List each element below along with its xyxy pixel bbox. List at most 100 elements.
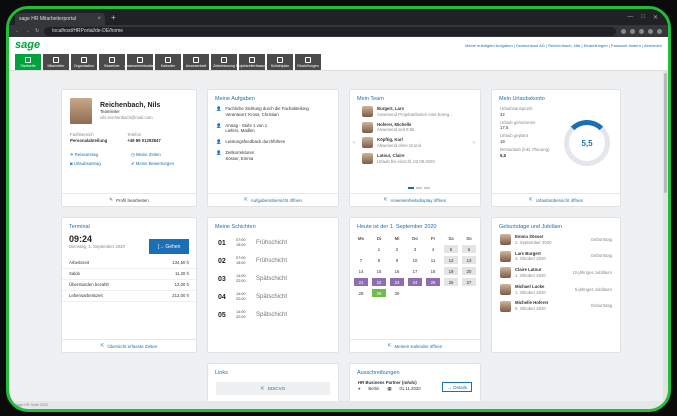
link-discvo[interactable]: ⇱ DISCVO: [216, 382, 330, 395]
calendar-day[interactable]: 25: [426, 278, 440, 286]
calendar-day[interactable]: 7: [354, 256, 368, 264]
birthday-item[interactable]: Lars Burgert 3. Oktober 2020 Geburtstag: [500, 251, 612, 263]
calendar-day[interactable]: 3: [408, 245, 422, 253]
page-scrollbar[interactable]: [663, 71, 668, 401]
calendar-day[interactable]: 23: [390, 278, 404, 286]
tab-close-icon[interactable]: ×: [97, 16, 101, 22]
calendar-day[interactable]: 18: [426, 267, 440, 275]
external-link-icon: ⇱: [260, 385, 265, 391]
calendar-day[interactable]: 14: [354, 267, 368, 275]
profile-name: Reichenbach, Nils: [100, 101, 161, 109]
calendar-day[interactable]: 21: [354, 278, 368, 286]
calendar-day[interactable]: 22: [372, 278, 386, 286]
shift-row[interactable]: 03 14:00 22:00 Spätschicht: [208, 270, 338, 288]
nav-item-mitarbeiter[interactable]: Mitarbeiter: [43, 54, 69, 70]
shift-row[interactable]: 01 07:00 15:00 Frühschicht: [208, 234, 338, 252]
link-urlaubsantrag[interactable]: ◙ Urlaubsantrag: [70, 161, 127, 167]
nav-item-anwesenheit[interactable]: Anwesenheit: [183, 54, 209, 70]
nav-item-startseite[interactable]: Startseite: [15, 54, 41, 70]
team-member[interactable]: Latour, Claire Urlaub bis einschl. 02.09.…: [362, 153, 468, 165]
nav-item-schichtplan[interactable]: Schichtplan: [267, 54, 293, 70]
birthday-item[interactable]: Claire Latour 1. Oktober 2020 10-jähriges …: [500, 267, 612, 279]
link-reiseantrag[interactable]: ✈ Reiseantrag: [70, 152, 127, 158]
calendar-day[interactable]: 27: [462, 278, 476, 286]
close-window-icon[interactable]: ✕: [653, 14, 658, 21]
extension-icon[interactable]: [630, 28, 635, 34]
task-item[interactable]: 👤 Antrag - Stufe 1 von 1 Liefers, Madlen: [216, 123, 330, 135]
url-field[interactable]: localhost/HRPortal/de-DE/home: [44, 26, 616, 36]
chevron-left-icon[interactable]: ‹: [353, 140, 355, 146]
minimize-icon[interactable]: —: [627, 14, 633, 21]
vacation-overview-link[interactable]: ⇱ Urlaubsübersicht öffnen: [492, 193, 620, 206]
nav-item-bewerber[interactable]: Bewerber: [99, 54, 125, 70]
nav-item-einstellungen[interactable]: Einstellungen: [295, 54, 321, 70]
calendar-day[interactable]: 8: [372, 256, 386, 264]
calendar-day[interactable]: 26: [444, 278, 458, 286]
extension-icon[interactable]: [648, 28, 653, 34]
calendar-day[interactable]: 2: [390, 245, 404, 253]
task-title: Zeitkorrekturen: [225, 149, 255, 155]
calendar-day[interactable]: 6: [462, 245, 476, 253]
team-member[interactable]: Hoferer, Michelle Anwesend seit 8:55: [362, 122, 468, 134]
nav-item-zeiterfassung[interactable]: Zeiterfassung: [211, 54, 237, 70]
calendar-day[interactable]: [354, 245, 368, 253]
task-item[interactable]: 👤 Zeitkorrekturen Sösser, Emma: [216, 150, 330, 162]
calendar-day[interactable]: 12: [444, 256, 458, 264]
birthday-item[interactable]: Michael Lucke 1. Oktober 2020 5-jähriges J…: [500, 284, 612, 296]
tasks-overview-link[interactable]: ⇱ Aufgabenübersicht öffnen: [208, 193, 338, 206]
calendar-day[interactable]: 1: [372, 245, 386, 253]
shift-row[interactable]: 02 07:00 15:00 Frühschicht: [208, 252, 338, 270]
calendar-day[interactable]: 19: [444, 267, 458, 275]
attendance-display-link[interactable]: ⇱ Anwesenheitsdisplay öffnen: [350, 193, 480, 206]
nav-item-projektzeiterfassung[interactable]: Projektzeiterfassung: [236, 54, 268, 70]
team-member[interactable]: Burgert, Lars Anwesend Projektarbeiten ei…: [362, 106, 468, 118]
back-icon[interactable]: ←: [15, 28, 20, 34]
header-links[interactable]: Meine erledigten Aufgaben | Deutschland …: [465, 43, 662, 48]
chevron-right-icon[interactable]: ›: [473, 140, 475, 146]
status-bar: Sage HR Suite 2020: [9, 401, 668, 409]
calendar-day[interactable]: 4: [426, 245, 440, 253]
birthday-item[interactable]: Michelle Hoferer 5. Oktober 2020 Geburtsta…: [500, 300, 612, 312]
calendar-day[interactable]: 28: [354, 289, 368, 297]
new-tab-icon[interactable]: +: [111, 13, 116, 22]
reload-icon[interactable]: ↻: [35, 28, 39, 34]
shift-row[interactable]: 05 14:00 22:00 Spätschicht: [208, 306, 338, 324]
calendar-open-link[interactable]: ⇱ Meinen Kalender öffnen: [350, 339, 480, 352]
details-button[interactable]: → Details: [442, 382, 472, 392]
scrollbar-thumb[interactable]: [664, 73, 667, 193]
profile-icon[interactable]: [657, 28, 662, 34]
birthday-item[interactable]: Emma Sösser 2. September 2020 Geburtstag: [500, 234, 612, 246]
calendar-day[interactable]: 30: [390, 289, 404, 297]
browser-tab[interactable]: sage HR Mitarbeiterportal ×: [15, 13, 105, 25]
link-meine-bewertungen[interactable]: ✔ Meine Bewertungen: [131, 161, 188, 167]
calendar-day[interactable]: 9: [390, 256, 404, 264]
task-item[interactable]: 👤 Fachliche Sichtung durch die Fachabteil…: [216, 106, 330, 118]
extension-icon[interactable]: [621, 28, 626, 34]
maximize-icon[interactable]: □: [641, 14, 645, 21]
calendar-day[interactable]: 17: [408, 267, 422, 275]
calendar-day[interactable]: 29: [372, 289, 386, 297]
terminal-card: Terminal 09:24 Dienstag, 1. September 20…: [61, 217, 197, 353]
link-meine-zeiten[interactable]: ◷ Meine Zeiten: [131, 152, 188, 158]
nav-item-anwesenheitsdaten[interactable]: Anwesenheitsdaten: [124, 54, 156, 70]
calendar-day[interactable]: 13: [462, 256, 476, 264]
forward-icon[interactable]: →: [25, 28, 30, 34]
calendar-day[interactable]: 24: [408, 278, 422, 286]
nav-item-kalender[interactable]: Kalender: [155, 54, 181, 70]
task-item[interactable]: 👤 Leistungsfeedback durchführen: [216, 139, 330, 145]
pager-dots[interactable]: [408, 187, 430, 189]
profile-edit-button[interactable]: ✎ Profil bearbeiten: [62, 193, 196, 206]
profile-email[interactable]: nils.reichenbach@mail.com: [100, 115, 160, 121]
calendar-day[interactable]: 15: [372, 267, 386, 275]
gehen-button[interactable]: [→ Gehen: [149, 239, 189, 254]
shift-row[interactable]: 04 14:00 22:00 Spätschicht: [208, 288, 338, 306]
calendar-day[interactable]: 11: [426, 256, 440, 264]
calendar-day[interactable]: 5: [444, 245, 458, 253]
calendar-day[interactable]: 16: [390, 267, 404, 275]
nav-item-organisation[interactable]: Organisation: [71, 54, 97, 70]
times-overview-link[interactable]: ⇱ Übersicht erfasste Zeiten: [62, 339, 196, 352]
team-member[interactable]: Köpftig, Karl Abwesend ohne Grund: [362, 137, 468, 149]
extension-icon[interactable]: [639, 28, 644, 34]
calendar-day[interactable]: 10: [408, 256, 422, 264]
calendar-day[interactable]: 20: [462, 267, 476, 275]
